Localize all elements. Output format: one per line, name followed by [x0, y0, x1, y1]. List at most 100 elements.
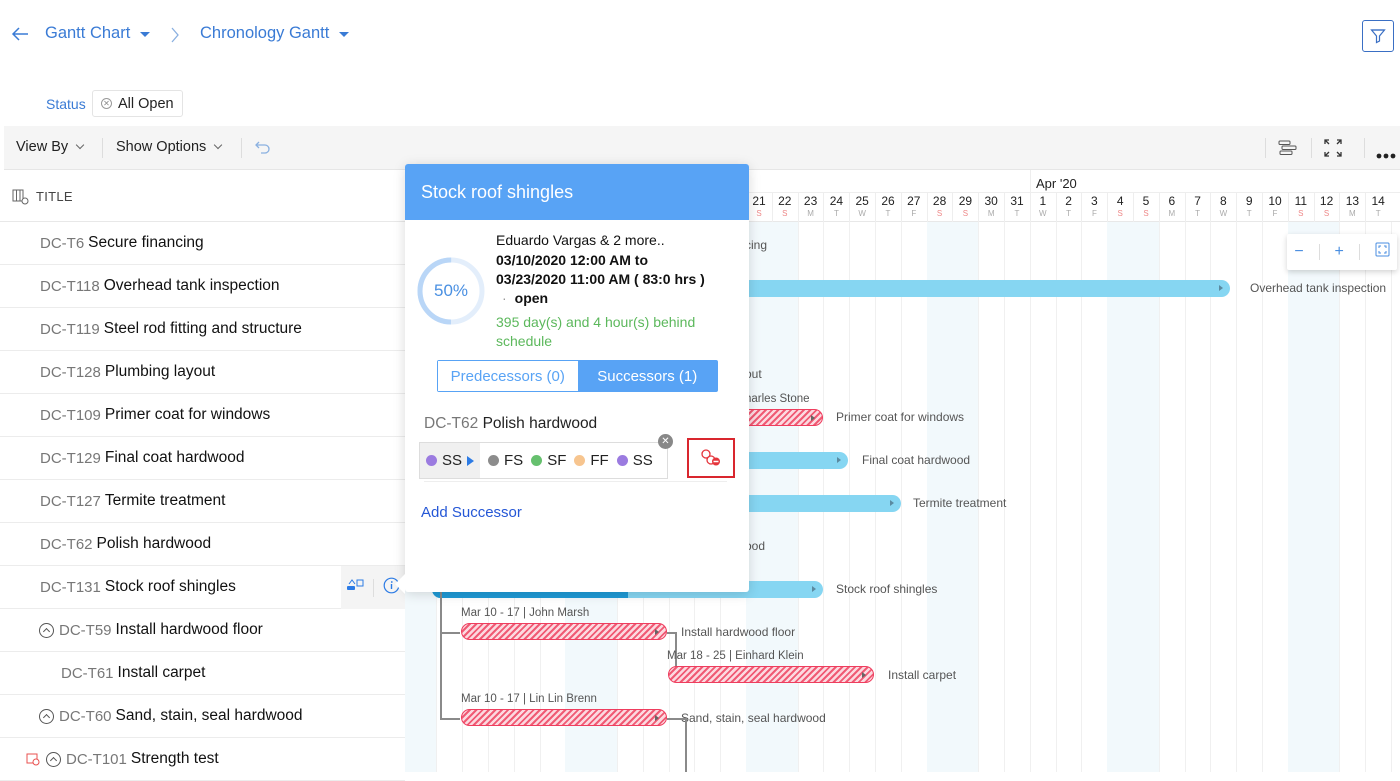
critical-path-icon[interactable] [1278, 139, 1298, 162]
grid-line [1236, 222, 1238, 772]
task-row[interactable]: DC-T131 Stock roof shingles [0, 566, 405, 609]
task-row[interactable]: DC-T119 Steel rod fitting and structure [0, 308, 405, 351]
task-id: DC-T119 [40, 320, 100, 338]
status-filter-chip[interactable]: ✕ All Open [92, 90, 183, 117]
show-options-dropdown[interactable]: Show Options [116, 139, 223, 155]
task-row[interactable]: DC-T60 Sand, stain, seal hardwood [0, 695, 405, 738]
task-row[interactable]: DC-T128 Plumbing layout [0, 351, 405, 394]
bar-sand-stain-seal[interactable] [461, 709, 667, 726]
task-id: DC-T118 [40, 277, 100, 295]
title-column-header[interactable]: TITLE [36, 189, 73, 204]
more-icon[interactable] [1376, 146, 1396, 164]
collapse-icon[interactable] [46, 751, 61, 767]
weekday-letter: M [807, 209, 814, 218]
dependency-icon[interactable] [346, 578, 364, 597]
month-label: Apr '20 [1036, 176, 1077, 191]
collapse-icon[interactable] [39, 622, 54, 638]
header-grid-line [1107, 192, 1109, 222]
dependency-tabs: Predecessors (0) Successors (1) [437, 360, 718, 392]
task-row[interactable]: DC-T59 Install hardwood floor [0, 609, 405, 652]
collapse-icon[interactable] [39, 708, 54, 724]
day-number: 27 [907, 194, 921, 208]
task-name: Steel rod fitting and structure [103, 320, 302, 337]
task-name: Strength test [130, 750, 219, 767]
dependency-type-label: FF [590, 452, 609, 469]
day-number: 1 [1039, 194, 1047, 208]
task-name: Plumbing layout [104, 363, 216, 380]
chevron-down-icon [214, 140, 223, 150]
fullscreen-icon[interactable] [1323, 138, 1343, 163]
weekday-letter: S [1143, 209, 1149, 218]
task-row[interactable]: DC-T129 Final coat hardwood [0, 437, 405, 480]
grid-line [1210, 222, 1212, 772]
successor-id: DC-T62 [424, 415, 479, 432]
task-row[interactable]: DC-T101 Strength test [0, 738, 405, 781]
header-grid-line [1055, 192, 1057, 222]
header-grid-line [1365, 192, 1367, 222]
successor-task[interactable]: DC-T62 Polish hardwood [424, 415, 597, 433]
weekday-letter: T [1246, 209, 1252, 218]
filter-button[interactable] [1362, 20, 1394, 52]
show-options-label: Show Options [116, 139, 207, 155]
day-number: 2 [1065, 194, 1072, 208]
weekend-shade [1107, 222, 1133, 772]
undo-icon[interactable] [254, 139, 272, 160]
weekday-letter: T [1195, 209, 1201, 218]
task-row[interactable]: DC-T62 Polish hardwood [0, 523, 405, 566]
dependency-type-option[interactable]: SS [420, 443, 481, 478]
task-row[interactable]: DC-T109 Primer coat for windows [0, 394, 405, 437]
zoom-out-button[interactable]: − [1294, 243, 1303, 261]
month-divider [1030, 170, 1031, 192]
task-details-popover: Stock roof shingles 50% Eduardo Vargas &… [395, 164, 749, 594]
task-owner[interactable]: Eduardo Vargas & 2 more.. [496, 232, 665, 248]
task-row[interactable]: DC-T61 Install carpet [0, 652, 405, 695]
overdue-calendar-icon [26, 752, 40, 766]
weekday-letter: F [1091, 209, 1097, 218]
dependency-color-dot [616, 455, 628, 466]
breadcrumb-label: Chronology Gantt [200, 24, 330, 42]
remove-dependency-type-icon[interactable]: ✕ [658, 434, 673, 449]
bar-meta-sand: Mar 10 - 17 | Lin Lin Brenn [461, 693, 597, 705]
dependency-type-option[interactable]: SF [531, 452, 566, 469]
dependency-type-selector[interactable]: SS FS SF FF SS [419, 442, 668, 479]
breadcrumb-chronology-gantt[interactable]: Chronology Gantt [200, 24, 350, 43]
popover-title: Stock roof shingles [405, 164, 749, 220]
grid-line [1055, 222, 1057, 772]
day-number: 14 [1371, 194, 1385, 208]
weekday-letter: T [885, 209, 891, 218]
day-number: 3 [1091, 194, 1098, 208]
toolbar-divider [1364, 138, 1365, 158]
fit-screen-icon[interactable] [1375, 242, 1390, 262]
day-number: 23 [803, 194, 818, 208]
weekday-letter: W [858, 209, 866, 218]
header-grid-line [1236, 192, 1238, 222]
bar-install-hardwood-floor[interactable] [461, 623, 667, 640]
tab-successors[interactable]: Successors (1) [577, 361, 717, 391]
unlink-dependency-button[interactable] [687, 438, 735, 478]
zoom-in-button[interactable]: + [1334, 243, 1343, 261]
bar-install-carpet[interactable] [668, 666, 874, 683]
breadcrumb-gantt-chart[interactable]: Gantt Chart [45, 24, 151, 43]
day-number: 12 [1319, 194, 1334, 208]
header-grid-line [1287, 192, 1289, 222]
day-number: 8 [1220, 194, 1227, 208]
clear-filter-icon[interactable]: ✕ [101, 98, 112, 109]
task-row[interactable]: DC-T118 Overhead tank inspection [0, 265, 405, 308]
bar-end-icon [862, 672, 866, 678]
add-successor-link[interactable]: Add Successor [421, 504, 522, 521]
caret-down-icon [339, 32, 350, 37]
task-row[interactable]: DC-T127 Termite treatment [0, 480, 405, 523]
task-row[interactable]: DC-T6 Secure financing [0, 222, 405, 265]
task-name: Primer coat for windows [104, 406, 271, 423]
tab-predecessors[interactable]: Predecessors (0) [438, 361, 578, 391]
column-settings-icon[interactable] [12, 189, 30, 210]
dependency-type-option[interactable]: SS [616, 452, 653, 469]
dependency-type-option[interactable]: FF [574, 452, 609, 469]
back-arrow-icon[interactable] [10, 24, 30, 49]
task-id: DC-T59 [59, 621, 112, 639]
view-by-dropdown[interactable]: View By [16, 139, 85, 155]
successor-divider [424, 481, 727, 482]
dependency-type-option[interactable]: FS [488, 452, 523, 469]
task-id: DC-T131 [40, 578, 101, 596]
task-id: DC-T109 [40, 406, 101, 424]
